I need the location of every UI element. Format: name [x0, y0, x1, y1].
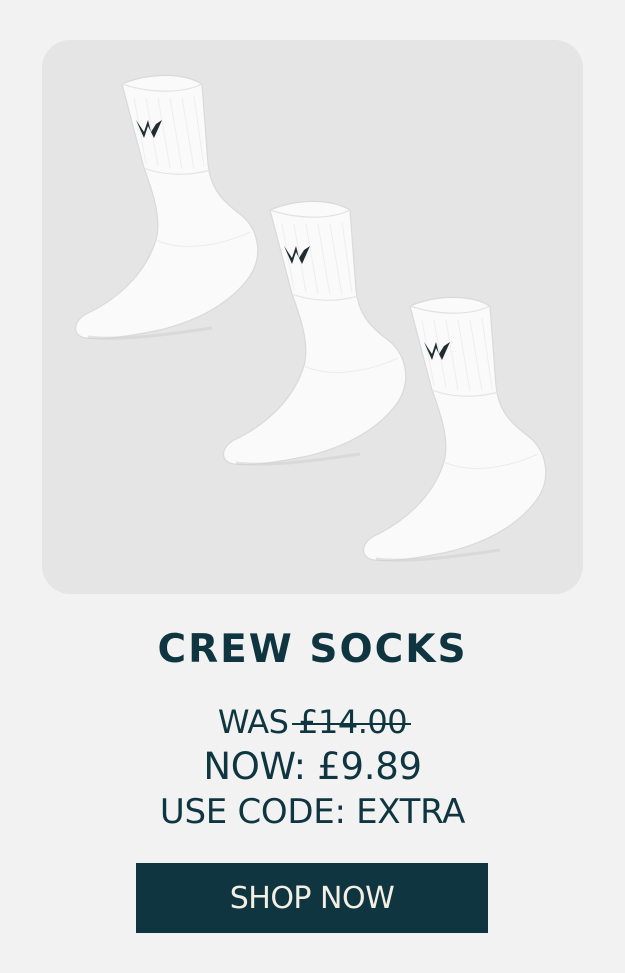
- price-block: WAS £14.00 NOW: £9.89 USE CODE: EXTRA: [0, 700, 625, 834]
- was-price: WAS £14.00: [217, 700, 412, 744]
- product-title: CREW SOCKS: [157, 627, 468, 672]
- product-image[interactable]: [42, 40, 583, 594]
- promo-code: USE CODE: EXTRA: [159, 792, 466, 832]
- now-price: NOW: £9.89: [203, 745, 422, 788]
- sock-left: [74, 73, 260, 341]
- shop-now-button[interactable]: SHOP NOW: [136, 863, 488, 933]
- sock-right: [362, 295, 548, 563]
- was-label: WAS: [217, 703, 289, 741]
- was-price-value: £14.00: [292, 700, 412, 744]
